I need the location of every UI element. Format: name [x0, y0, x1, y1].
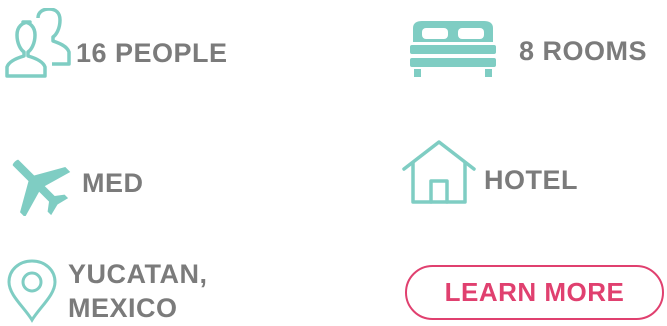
- location-line1: YUCATAN,: [68, 259, 208, 289]
- location-line2: MEXICO: [68, 293, 178, 323]
- learn-more-button[interactable]: LEARN MORE: [405, 265, 664, 320]
- map-pin-icon: [7, 259, 57, 323]
- rooms-label: 8 ROOMS: [519, 36, 648, 66]
- lodging-label: HOTEL: [484, 165, 578, 195]
- bed-icon: [410, 21, 496, 77]
- learn-more-label: LEARN MORE: [444, 277, 625, 307]
- people-label: 16 PEOPLE: [76, 38, 228, 68]
- people-icon: [5, 8, 71, 78]
- flight-label: MED: [82, 168, 144, 198]
- airplane-icon: [12, 159, 71, 216]
- house-icon: [402, 140, 476, 204]
